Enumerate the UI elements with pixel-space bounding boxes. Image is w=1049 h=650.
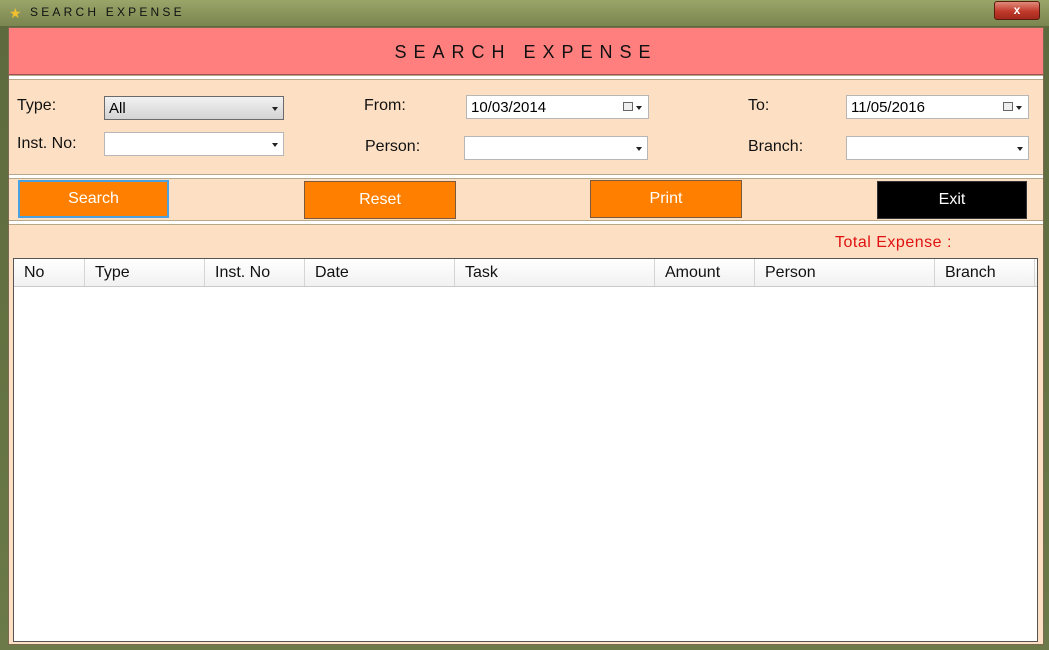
print-button[interactable]: Print [590, 180, 742, 218]
reset-button[interactable]: Reset [304, 181, 456, 219]
page-title: SEARCH EXPENSE [394, 42, 658, 62]
chevron-down-icon [272, 143, 278, 147]
divider [9, 174, 1043, 179]
inst-no-select[interactable] [104, 132, 284, 156]
column-header-inst-no[interactable]: Inst. No [205, 259, 305, 286]
chevron-down-icon [1017, 147, 1023, 151]
column-header-label: Branch [945, 264, 996, 281]
divider [9, 75, 1043, 80]
title-bar[interactable]: ★ SEARCH EXPENSE x [0, 0, 1049, 26]
column-header-no[interactable]: No [14, 259, 85, 286]
person-select[interactable] [464, 136, 648, 160]
calendar-icon [1003, 102, 1013, 111]
search-button[interactable]: Search [18, 180, 169, 218]
chevron-down-icon [272, 107, 278, 111]
to-date-value: 11/05/2016 [851, 99, 925, 116]
expense-table[interactable]: No Type Inst. No Date Task Amount Person… [13, 258, 1038, 642]
column-header-label: Person [765, 264, 816, 281]
app-window: ★ SEARCH EXPENSE x SEARCH EXPENSE Type: … [0, 0, 1049, 650]
total-expense-label: Total Expense : [835, 234, 952, 251]
from-label: From: [364, 97, 406, 114]
close-button[interactable]: x [994, 1, 1040, 20]
column-header-task[interactable]: Task [455, 259, 655, 286]
column-header-label: Date [315, 264, 349, 281]
column-header-branch[interactable]: Branch [935, 259, 1035, 286]
divider [9, 220, 1043, 225]
column-header-label: No [24, 264, 45, 281]
to-label: To: [748, 97, 770, 114]
column-header-label: Type [95, 264, 130, 281]
window-title: SEARCH EXPENSE [30, 5, 185, 19]
column-header-label: Task [465, 264, 498, 281]
column-header-type[interactable]: Type [85, 259, 205, 286]
from-date-picker[interactable]: 10/03/2014 [466, 95, 649, 119]
type-select[interactable]: All [104, 96, 284, 120]
type-select-value: All [109, 100, 126, 117]
inst-no-label: Inst. No: [17, 135, 77, 152]
to-date-picker[interactable]: 11/05/2016 [846, 95, 1029, 119]
chevron-down-icon [1016, 106, 1022, 110]
column-header-date[interactable]: Date [305, 259, 455, 286]
branch-select[interactable] [846, 136, 1029, 160]
exit-button[interactable]: Exit [877, 181, 1027, 219]
from-date-value: 10/03/2014 [471, 99, 547, 116]
person-label: Person: [365, 138, 421, 155]
calendar-icon [623, 102, 633, 111]
column-header-label: Amount [665, 264, 721, 281]
branch-label: Branch: [748, 138, 804, 155]
column-header-person[interactable]: Person [755, 259, 935, 286]
type-label: Type: [17, 97, 57, 114]
chevron-down-icon [636, 106, 642, 110]
chevron-down-icon [636, 147, 642, 151]
column-header-amount[interactable]: Amount [655, 259, 755, 286]
header-band: SEARCH EXPENSE [9, 28, 1043, 75]
search-expense-panel: SEARCH EXPENSE Type: All From: 10/03/201… [8, 27, 1044, 645]
table-header: No Type Inst. No Date Task Amount Person… [14, 259, 1037, 287]
column-header-label: Inst. No [215, 264, 271, 281]
star-icon: ★ [9, 5, 22, 21]
